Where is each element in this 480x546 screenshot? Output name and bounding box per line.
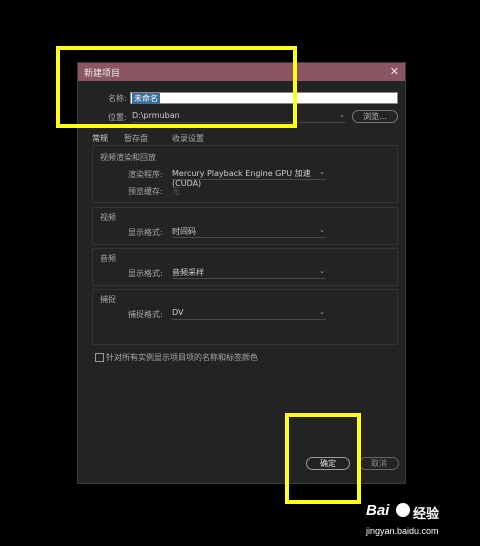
chevron-down-icon: ⌄ [319, 226, 325, 234]
watermark-suffix: 经验 [413, 506, 440, 521]
video-display-format-label: 显示格式: [128, 228, 163, 237]
capture-format-dropdown[interactable]: DV ⌄ [172, 308, 326, 320]
chevron-down-icon: ⌄ [319, 267, 325, 275]
cancel-button[interactable]: 取消 [359, 457, 399, 470]
capture-title: 捕捉 [100, 295, 116, 304]
screen: { "dialog": { "title": "新建项目", "close_gl… [0, 0, 480, 546]
audio-display-format-dropdown[interactable]: 音频采样 ⌄ [172, 267, 326, 279]
capture-format-label: 捕捉格式: [128, 310, 163, 319]
name-location-highlight [56, 46, 297, 128]
renderer-label: 渲染程序: [128, 170, 163, 179]
preview-cache-value[interactable]: 无 [172, 186, 180, 197]
video-display-format-value: 时间码 [172, 227, 196, 236]
close-icon[interactable]: ✕ [390, 65, 399, 78]
watermark-brand: Bai [366, 502, 390, 519]
tab-ingest-settings[interactable]: 收录设置 [172, 133, 204, 144]
audio-title: 音频 [100, 254, 116, 263]
chevron-down-icon: ⌄ [319, 308, 325, 316]
video-display-format-dropdown[interactable]: 时间码 ⌄ [172, 226, 326, 238]
audio-display-format-label: 显示格式: [128, 269, 163, 278]
browse-button[interactable]: 浏览... [352, 110, 398, 123]
chevron-down-icon: ⌄ [339, 111, 345, 119]
show-name-label-text: 针对所有实例显示项目项的名称和标签颜色 [106, 353, 258, 362]
ok-button-highlight [285, 413, 361, 504]
video-render-title: 视频渲染和回放 [100, 153, 156, 162]
chevron-down-icon: ⌄ [319, 168, 325, 176]
renderer-dropdown[interactable]: Mercury Playback Engine GPU 加速 (CUDA) ⌄ [172, 168, 326, 188]
capture-format-value: DV [172, 308, 184, 317]
watermark-url: jingyan.baidu.com [366, 526, 439, 536]
audio-display-format-value: 音频采样 [172, 268, 204, 277]
video-title: 视频 [100, 213, 116, 222]
baidu-watermark: Bai 经验 jingyan.baidu.com [366, 502, 474, 542]
tab-scratch-disks[interactable]: 暂存盘 [124, 133, 148, 144]
show-name-label-checkbox[interactable] [95, 353, 104, 362]
preview-cache-label: 预览缓存: [128, 187, 163, 196]
tab-general[interactable]: 常规 [92, 133, 108, 146]
paw-icon [396, 503, 410, 517]
